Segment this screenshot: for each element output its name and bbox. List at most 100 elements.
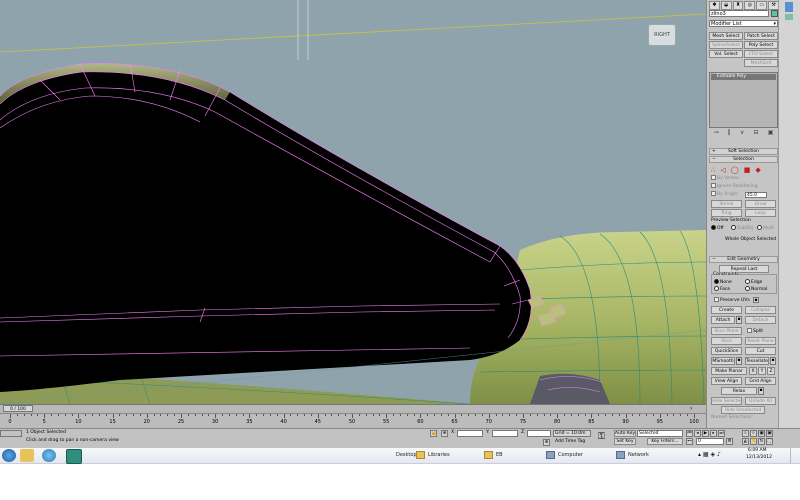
quickslice-button[interactable]: QuickSlice <box>711 347 742 355</box>
grow-button[interactable]: Grow <box>745 200 776 208</box>
time-config-icon[interactable]: ⚙ <box>726 438 733 445</box>
grid-align-button[interactable]: Grid Align <box>745 377 776 385</box>
start-orb-icon[interactable] <box>2 449 16 462</box>
auto-key-button[interactable]: Auto Key <box>614 430 636 437</box>
show-end-result-icon[interactable]: ‖ <box>728 129 731 136</box>
computer-item[interactable]: Computer <box>546 449 583 461</box>
maxscript-listener-mini[interactable] <box>0 430 22 437</box>
tessellate-button[interactable]: Tessellate <box>745 357 769 365</box>
modify-tab-icon[interactable]: ◒ <box>720 1 732 10</box>
goto-start-icon[interactable]: ⏮ <box>686 430 693 437</box>
object-name-field[interactable]: zlino3 <box>709 10 769 17</box>
zoom-all-icon[interactable]: ⌕ <box>750 430 757 437</box>
goto-end-icon[interactable]: ⏭ <box>718 430 725 437</box>
make-planar-button[interactable]: Make Planar <box>711 367 747 375</box>
preserve-uvs-settings-icon[interactable]: ▪ <box>753 297 759 303</box>
element-mode-icon[interactable]: ◆ <box>755 166 760 174</box>
stack-item-editable-poly[interactable]: Editable Poly <box>711 74 776 80</box>
eb-folder-item[interactable]: EB <box>484 449 503 461</box>
time-slider-thumb[interactable]: 0 / 100 <box>3 405 33 412</box>
key-icon[interactable]: ⚿ <box>598 432 605 442</box>
create-tab-icon[interactable]: ✱ <box>709 1 720 10</box>
vol-select-button[interactable]: Vol. Select <box>709 50 743 58</box>
collapse-button[interactable]: Collapse <box>745 306 776 314</box>
pin-stack-icon[interactable]: ⊸ <box>714 129 719 136</box>
current-frame-field[interactable]: 0 <box>696 438 724 445</box>
key-filters-button[interactable]: Key Filters... <box>647 438 683 445</box>
time-tag-icon[interactable]: ⊕ <box>543 439 550 446</box>
preview-subobj-radio[interactable]: SubObj <box>731 225 753 232</box>
edit-geometry-rollout[interactable]: − Edit Geometry <box>709 256 778 263</box>
show-desktop-button[interactable] <box>790 448 800 463</box>
view-align-button[interactable]: View Align <box>711 377 742 385</box>
by-angle-checkbox[interactable]: By Angle: <box>711 191 739 198</box>
key-mode-icon[interactable]: ⊷ <box>686 438 693 445</box>
ignore-backfacing-checkbox[interactable]: Ignore Backfacing <box>711 183 757 190</box>
spline-select-button[interactable]: SplineSelect <box>709 41 743 49</box>
maximize-viewport-icon[interactable]: ⛶ <box>766 438 773 445</box>
relax-settings-icon[interactable]: ▪ <box>758 387 764 395</box>
3dsmax-icon[interactable] <box>66 449 82 464</box>
edge-mode-icon[interactable]: ◁ <box>720 166 725 174</box>
orbit-icon[interactable]: ↻ <box>758 438 765 445</box>
libraries-item[interactable]: Libraries <box>416 449 450 461</box>
msmooth-button[interactable]: MSmooth <box>711 357 735 365</box>
network-item[interactable]: Network <box>616 449 649 461</box>
remove-modifier-icon[interactable]: ⊟ <box>754 129 759 136</box>
mesh-select-button[interactable]: Mesh Select <box>709 32 743 40</box>
border-mode-icon[interactable]: ◯ <box>731 166 739 174</box>
next-frame-button-icon[interactable]: ▸ <box>710 430 717 437</box>
fov-icon[interactable]: ◭ <box>742 438 749 445</box>
tray-icons[interactable]: ▴ ▦ ◈ ♪ <box>698 449 721 461</box>
create-button[interactable]: Create <box>711 306 742 314</box>
lock-selection-icon[interactable]: 🔒 <box>430 430 437 437</box>
patch-select-button[interactable]: Patch Select <box>744 32 778 40</box>
hierarchy-tab-icon[interactable]: ♜ <box>732 1 744 10</box>
y-coordinate-field[interactable] <box>492 430 518 437</box>
z-coordinate-field[interactable] <box>527 430 551 437</box>
zoom-extents-icon[interactable]: ▣ <box>758 430 765 437</box>
display-tab-icon[interactable]: ▭ <box>756 1 768 10</box>
make-unique-icon[interactable]: ∨ <box>740 129 744 136</box>
viewcube[interactable]: RIGHT <box>648 24 676 46</box>
attach-settings-icon[interactable]: ▪ <box>736 316 742 324</box>
tessellate-settings-icon[interactable]: ▪ <box>770 357 776 365</box>
angle-spinner[interactable]: 45.0 <box>745 192 767 198</box>
hide-unselected-button[interactable]: Hide Unselected <box>721 406 765 414</box>
motion-tab-icon[interactable]: ◎ <box>744 1 756 10</box>
selection-rollout[interactable]: − Selection <box>709 156 778 163</box>
modifier-list-dropdown[interactable]: Modifier List ▾ <box>709 20 778 27</box>
ring-button[interactable]: Ring <box>711 209 742 217</box>
planar-x-button[interactable]: X <box>749 367 757 375</box>
ffd-select-button[interactable]: FFD Select <box>744 50 778 58</box>
desktop-toolbar[interactable]: Desktop <box>396 449 417 461</box>
absolute-mode-icon[interactable]: ⊕ <box>441 430 448 437</box>
preview-multi-radio[interactable]: Multi <box>757 225 774 232</box>
unhide-all-button[interactable]: Unhide All <box>745 397 776 405</box>
attach-button[interactable]: Attach <box>711 316 735 324</box>
vertex-mode-icon[interactable]: ∴ <box>711 166 715 174</box>
slice-plane-button[interactable]: Slice Plane <box>711 327 742 335</box>
play-icon[interactable]: ▶ <box>702 430 709 437</box>
msmooth-settings-icon[interactable]: ▪ <box>736 357 742 365</box>
shrink-button[interactable]: Shrink <box>711 200 742 208</box>
loop-button[interactable]: Loop <box>745 209 776 217</box>
poly-select-button[interactable]: Poly Select <box>744 41 778 49</box>
pan-icon[interactable]: ✋ <box>750 438 757 445</box>
clock-date[interactable]: 12/13/2012 <box>746 455 772 461</box>
planar-y-button[interactable]: Y <box>758 367 766 375</box>
constraint-none-radio[interactable]: None <box>714 279 732 286</box>
soft-selection-rollout[interactable]: + Soft Selection <box>709 148 778 155</box>
viewport-right[interactable]: RIGHT <box>0 0 706 404</box>
explorer-icon[interactable] <box>20 449 34 462</box>
preserve-uvs-checkbox[interactable]: Preserve UVs <box>714 297 750 304</box>
modifier-stack[interactable]: Editable Poly <box>709 72 778 128</box>
x-coordinate-field[interactable] <box>457 430 483 437</box>
constraint-face-radio[interactable]: Face <box>714 286 730 293</box>
set-key-button[interactable]: Set Key <box>614 438 636 445</box>
split-checkbox[interactable]: Split <box>747 328 763 335</box>
hide-selected-button[interactable]: Hide Selected <box>711 397 742 405</box>
meshsmooth-button[interactable]: MeshSmt <box>744 59 778 67</box>
next-frame-icon[interactable]: › <box>690 405 702 412</box>
reset-plane-button[interactable]: Reset Plane <box>745 337 776 345</box>
